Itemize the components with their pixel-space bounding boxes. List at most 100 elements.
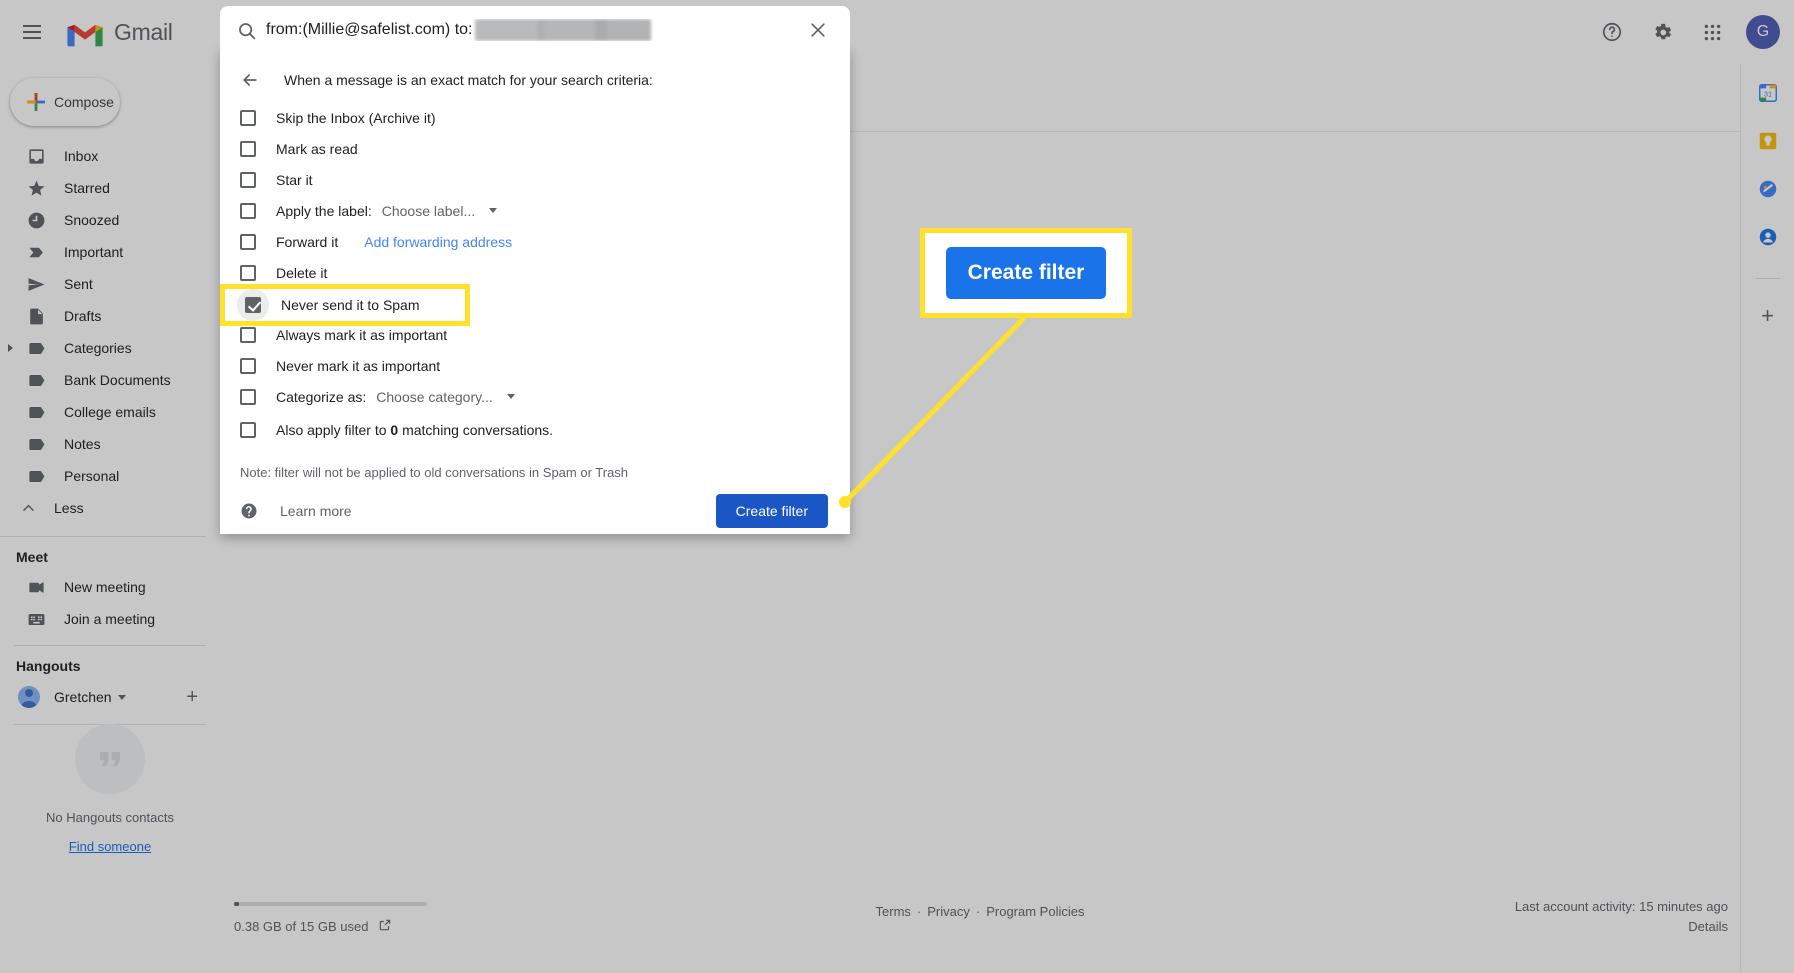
choose-category-dropdown[interactable]: Choose category... [376,388,515,405]
gmail-brand[interactable]: Gmail [64,16,173,48]
sidebar-item-label: Starred [64,180,110,196]
learn-more-link[interactable]: Learn more [280,503,352,519]
option-never-mark-important[interactable]: Never mark it as important [220,350,850,381]
plus-icon [26,92,46,112]
checkbox[interactable] [240,357,256,374]
storage-indicator: 0.38 GB of 15 GB used [234,902,434,935]
search-icon[interactable] [226,10,266,50]
sidebar-item-label: Sent [64,276,93,292]
compose-button[interactable]: Compose [10,78,120,126]
option-mark-as-read[interactable]: Mark as read [220,133,850,164]
hangouts-empty-state: No Hangouts contacts Find someone [0,724,220,854]
option-skip-inbox[interactable]: Skip the Inbox (Archive it) [220,102,850,133]
google-keep-icon[interactable] [1757,130,1779,152]
sidebar-item-snoozed[interactable]: Snoozed [0,204,206,236]
sidebar-item-notes[interactable]: Notes [0,428,206,460]
sidebar-item-less[interactable]: Less [0,492,206,524]
storage-bar [234,902,427,906]
help-circle-icon[interactable] [240,502,258,520]
option-label: Categorize as: [276,388,367,405]
program-policies-link[interactable]: Program Policies [986,904,1084,919]
chevron-down-icon [506,394,515,399]
checkbox[interactable] [240,171,256,188]
sidebar-item-personal[interactable]: Personal [0,460,206,492]
quote-bubble-icon [75,724,145,794]
sidebar-item-bank-documents[interactable]: Bank Documents [0,364,206,396]
choose-category-value: Choose category... [376,388,493,405]
apps-grid-icon[interactable] [1690,10,1734,54]
checkbox[interactable] [240,109,256,126]
sidebar-item-important[interactable]: Important [0,236,206,268]
sidebar-item-label: Categories [64,340,132,356]
privacy-link[interactable]: Privacy [927,904,970,919]
checkbox[interactable] [240,326,256,343]
label-tag-icon [26,370,46,390]
option-apply-label[interactable]: Apply the label: Choose label... [220,195,850,226]
sidebar-item-label: Snoozed [64,212,120,228]
add-forwarding-address-link[interactable]: Add forwarding address [364,234,512,250]
important-marker-icon [26,242,46,262]
label-tag-icon [26,402,46,422]
find-someone-link[interactable]: Find someone [0,839,220,854]
hangouts-add-icon[interactable]: + [186,687,198,707]
sidebar-item-starred[interactable]: Starred [0,172,206,204]
google-contacts-icon[interactable] [1757,226,1779,248]
help-icon[interactable] [1590,10,1634,54]
sidebar-item-label: Less [54,500,84,516]
chevron-down-icon[interactable] [117,694,126,700]
add-panel-icon[interactable]: + [1761,305,1774,327]
google-tasks-icon[interactable] [1757,178,1779,200]
checkbox[interactable] [240,140,256,157]
choose-label-dropdown[interactable]: Choose label... [382,203,498,219]
checkbox[interactable] [240,264,256,281]
option-label: Also apply filter to 0 matching conversa… [276,422,553,438]
chevron-down-icon [489,208,498,213]
arrow-left-icon[interactable] [238,68,262,92]
sidebar-item-label: Personal [64,468,120,484]
create-filter-button[interactable]: Create filter [715,494,828,528]
sidebar-item-new-meeting[interactable]: New meeting [0,571,206,603]
filter-note: Note: filter will not be applied to old … [240,465,629,480]
avatar [18,686,40,708]
sidebar-item-drafts[interactable]: Drafts [0,300,206,332]
footer-separator-2: · [975,904,981,919]
label-tag-icon [26,338,46,358]
matching-conversations-count: 0 [390,421,399,438]
dialog-title: When a message is an exact match for you… [284,72,653,88]
inbox-icon [26,146,46,166]
gear-icon[interactable] [1640,10,1684,54]
checkbox[interactable] [240,388,256,405]
search-input[interactable]: from:(Millie@safelist.com) to: [266,19,798,41]
option-categorize-as[interactable]: Categorize as: Choose category... [220,381,850,412]
close-icon[interactable] [798,10,838,50]
sidebar-item-categories[interactable]: Categories [0,332,206,364]
storage-bar-fill [234,902,239,906]
details-link[interactable]: Details [1515,917,1728,937]
option-always-mark-important[interactable]: Always mark it as important [220,319,850,350]
hamburger-menu-icon[interactable] [8,8,56,56]
option-delete-it[interactable]: Delete it [220,257,850,288]
footer-links: Terms · Privacy · Program Policies [876,904,1085,919]
hangouts-user-row[interactable]: Gretchen + [0,680,220,714]
option-also-apply-filter[interactable]: Also apply filter to 0 matching conversa… [220,414,850,445]
external-link-icon[interactable] [378,918,392,935]
sidebar-item-college-emails[interactable]: College emails [0,396,206,428]
search-bar[interactable]: from:(Millie@safelist.com) to: [220,6,850,54]
account-avatar[interactable]: G [1746,15,1780,49]
google-calendar-icon[interactable]: 31 [1757,82,1779,104]
chevron-right-icon[interactable] [8,344,13,352]
option-label: Star it [276,171,313,188]
terms-link[interactable]: Terms [876,904,911,919]
checkbox[interactable] [240,233,256,250]
option-label: Mark as read [276,140,358,157]
sidebar-item-inbox[interactable]: Inbox [0,140,206,172]
checkbox[interactable] [240,421,256,438]
sidebar-item-sent[interactable]: Sent [0,268,206,300]
sidebar-item-label: New meeting [64,579,146,595]
checkbox[interactable] [240,202,256,219]
option-star-it[interactable]: Star it [220,164,850,195]
option-label: Never mark it as important [276,357,441,374]
option-forward-it[interactable]: Forward it Add forwarding address [220,226,850,257]
sidebar-item-join-meeting[interactable]: Join a meeting [0,603,206,635]
video-camera-icon [26,577,46,597]
